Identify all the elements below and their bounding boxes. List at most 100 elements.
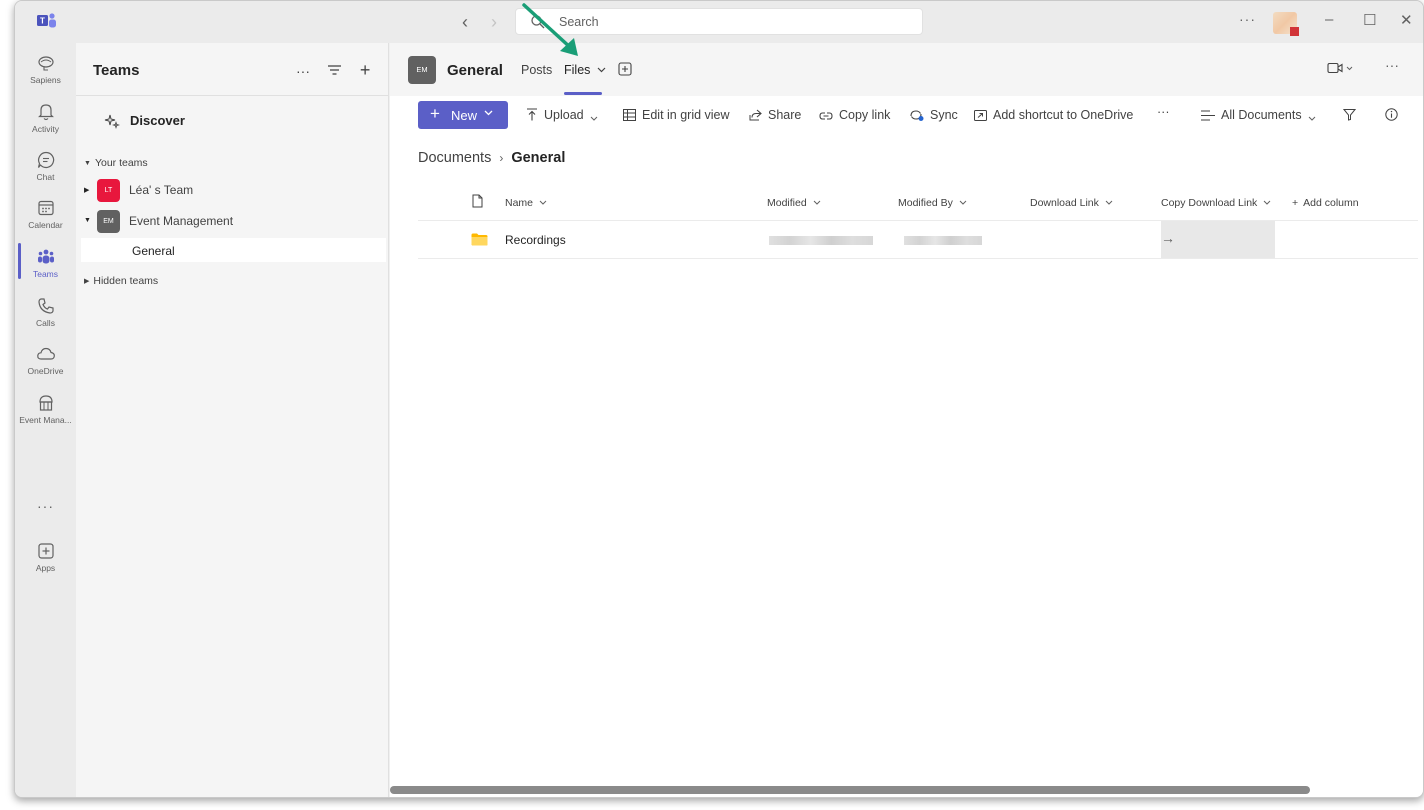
column-label: Name [505,197,534,209]
tab-posts[interactable]: Posts [521,63,552,77]
sync-icon [910,110,924,121]
list-view-icon [1201,110,1215,121]
new-button[interactable]: + New [418,101,508,129]
app-rail: Sapiens Activity Chat Calendar Teams Cal… [15,43,76,797]
table-row[interactable]: Recordings → [418,221,1418,259]
sync-button[interactable]: Sync [909,108,958,122]
upload-button[interactable]: Upload [526,108,604,122]
your-teams-label: Your teams [94,157,148,169]
chevron-down-icon [959,200,967,205]
rail-item-event-management[interactable]: Event Mana... [15,393,76,425]
cloud-icon [36,347,55,360]
column-header-modified-by[interactable]: Modified By [898,197,967,209]
teams-icon [37,249,54,264]
column-header-copy-download-link[interactable]: Copy Download Link [1161,197,1271,209]
share-button[interactable]: Share [749,108,801,122]
row-name[interactable]: Recordings [505,233,566,247]
command-bar: + New Upload Edit in grid view Share Cop… [390,96,1423,136]
tab-files-label: Files [564,63,591,77]
title-bar: T ‹ › Search ··· – ☐ ✕ [15,1,1423,43]
rail-item-chat[interactable]: Chat [15,150,76,182]
chevron-down-icon [539,200,547,205]
rail-more-button[interactable]: ··· [15,498,76,514]
rail-item-sapiens[interactable]: Sapiens [15,53,76,85]
minimize-icon[interactable]: – [1325,11,1333,28]
team-item-event-management[interactable]: ▼ EM Event Management [84,208,374,234]
svg-text:T: T [40,17,45,26]
copy-link-button[interactable]: Copy link [819,108,890,122]
column-header-download-link[interactable]: Download Link [1030,197,1113,209]
upload-label: Upload [544,108,584,122]
back-icon[interactable]: ‹ [462,12,468,33]
column-label: Download Link [1030,197,1099,209]
sapiens-icon [37,56,54,71]
rail-item-teams[interactable]: Teams [15,247,76,279]
rail-label: Calls [36,318,55,328]
add-tab-icon[interactable] [618,62,632,76]
apps-icon [37,543,54,559]
chevron-right-icon: › [499,151,504,165]
link-icon [819,112,833,120]
channel-title: General [447,62,503,79]
filter-icon [1343,109,1356,121]
plus-icon: + [1292,197,1299,209]
meet-button[interactable] [1327,61,1353,77]
rail-item-onedrive[interactable]: OneDrive [15,344,76,376]
channel-team-badge: EM [408,56,436,84]
channel-more-icon[interactable]: ··· [1385,57,1399,73]
rail-label: Sapiens [30,75,61,85]
channel-name: General [132,244,175,258]
rail-item-activity[interactable]: Activity [15,102,76,134]
table-header: Name Modified Modified By Download Link … [418,183,1418,221]
chevron-down-icon [1263,200,1271,205]
close-icon[interactable]: ✕ [1400,11,1413,29]
rail-label: OneDrive [27,366,64,376]
column-label: Copy Download Link [1161,197,1258,209]
rail-label: Event Mana... [19,415,72,425]
info-button[interactable] [1385,108,1404,122]
bell-icon [37,104,54,121]
share-label: Share [768,108,802,122]
teams-logo-icon: T [37,13,56,28]
filter-icon[interactable] [328,63,342,79]
edit-grid-button[interactable]: Edit in grid view [623,108,730,122]
breadcrumb-documents[interactable]: Documents [418,150,491,166]
team-badge: LT [97,179,120,202]
add-icon[interactable]: + [360,60,371,81]
filter-button[interactable] [1343,108,1362,122]
more-icon[interactable]: ··· [1239,11,1256,27]
caret-down-icon: ▼ [84,160,91,167]
channel-item-general[interactable]: General [81,238,386,262]
tab-files[interactable]: Files [564,63,606,77]
caret-right-icon: ▶ [84,187,90,194]
rail-item-calls[interactable]: Calls [15,296,76,328]
column-header-name[interactable]: Name [505,197,547,209]
chevron-down-icon [1105,200,1113,205]
event-icon [38,395,53,411]
rail-label: Activity [32,124,59,134]
your-teams-header[interactable]: ▼ Your teams [84,157,148,169]
hidden-teams-label: Hidden teams [93,275,159,287]
chat-icon [37,151,54,169]
hidden-teams-header[interactable]: ▶ Hidden teams [84,275,158,287]
rail-item-apps[interactable]: Apps [15,541,76,573]
more-options-icon[interactable]: ··· [296,63,310,79]
forward-icon[interactable]: › [491,12,497,33]
add-shortcut-button[interactable]: Add shortcut to OneDrive [974,108,1133,122]
rail-item-calendar[interactable]: Calendar [15,198,76,230]
add-column-button[interactable]: + Add column [1292,197,1359,209]
maximize-icon[interactable]: ☐ [1363,11,1376,29]
breadcrumb: Documents › General [418,150,565,166]
caret-right-icon: ▶ [84,278,90,285]
rail-label: Chat [36,172,55,182]
copy-download-link-cell[interactable]: → [1161,221,1275,258]
avatar[interactable] [1273,12,1299,36]
share-icon [749,109,762,121]
redacted-modified [769,236,873,245]
chevron-down-icon [484,110,493,116]
team-item-lea[interactable]: ▶ LT Léa' s Team [84,177,374,203]
horizontal-scrollbar[interactable] [390,786,1310,794]
view-selector[interactable]: All Documents [1201,108,1322,122]
command-more-icon[interactable]: ··· [1157,105,1170,119]
column-header-modified[interactable]: Modified [767,197,821,209]
